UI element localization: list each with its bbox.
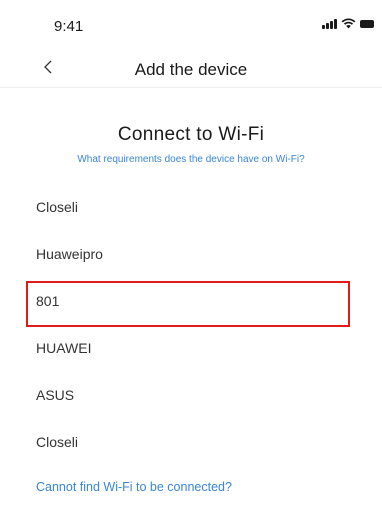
status-bar: 9:41 [0,0,382,44]
cannot-find-wifi-link[interactable]: Cannot find Wi-Fi to be connected? [36,480,232,494]
wifi-network-item[interactable]: ASUS [0,372,382,419]
wifi-network-item-highlighted[interactable]: 801 [0,278,382,327]
nav-bar: Add the device [0,48,382,88]
wifi-network-item[interactable]: Closeli [0,184,382,231]
page-title: Add the device [134,60,248,79]
wifi-network-list: Closeli Huaweipro 801 HUAWEI ASUS Closel… [0,184,382,466]
status-time: 9:41 [54,18,84,35]
connect-heading: Connect to Wi-Fi [117,124,265,145]
wifi-network-item[interactable]: Huaweipro [0,231,382,278]
signal-icon [322,18,337,29]
status-icons [322,18,374,29]
wifi-icon [341,18,356,29]
wifi-requirements-link[interactable]: What requirements does the device have o… [0,154,382,165]
battery-icon [360,19,374,29]
wifi-network-item[interactable]: HUAWEI [0,325,382,372]
wifi-network-item[interactable]: Closeli [0,419,382,466]
